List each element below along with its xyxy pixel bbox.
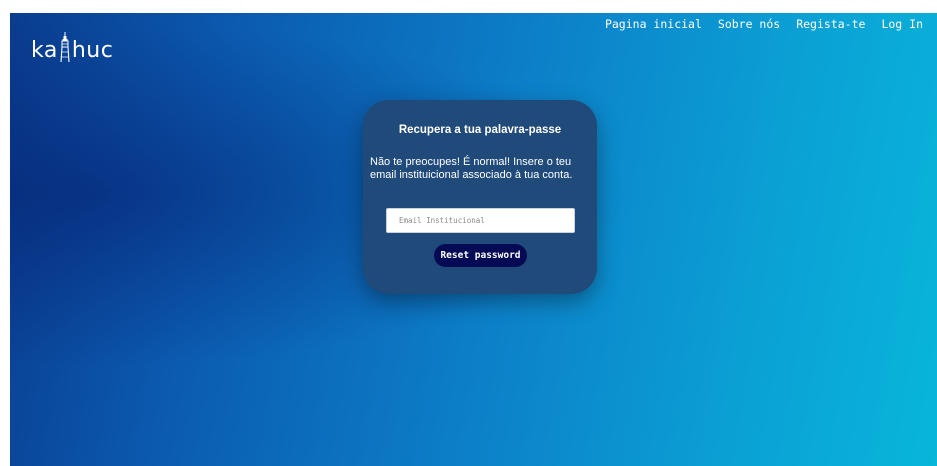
card-title: Recupera a tua palavra-passe: [398, 124, 562, 136]
top-nav: Pagina inicial Sobre nós Regista-te Log …: [605, 17, 923, 31]
password-recovery-card: Recupera a tua palavra-passe Não te preo…: [363, 100, 597, 294]
tower-icon: [60, 32, 70, 62]
nav-link-about[interactable]: Sobre nós: [718, 17, 780, 31]
page-background: ka huc Pagina inicial Sobre nós Regista-…: [10, 13, 937, 466]
reset-password-button[interactable]: Reset password: [434, 244, 527, 267]
card-description: Não te preocupes! É normal! Insere o teu…: [370, 156, 573, 181]
email-input[interactable]: [386, 208, 575, 233]
brand-prefix: ka: [31, 38, 58, 63]
brand-logo[interactable]: ka huc: [31, 32, 113, 62]
brand-suffix: huc: [71, 38, 114, 63]
nav-link-login[interactable]: Log In: [881, 17, 923, 31]
nav-link-register[interactable]: Regista-te: [796, 17, 865, 31]
nav-link-home[interactable]: Pagina inicial: [605, 17, 702, 31]
